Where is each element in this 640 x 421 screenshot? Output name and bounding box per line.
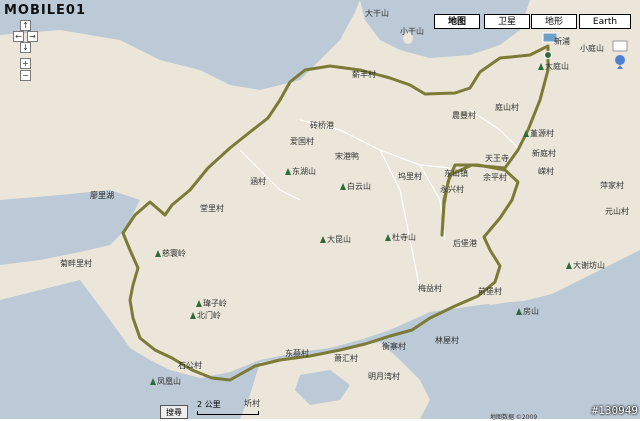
zoom-in-button[interactable]: + bbox=[20, 58, 31, 69]
map-scale: 2 公里 bbox=[197, 399, 277, 419]
map-type-terrain-button[interactable]: 地形 bbox=[531, 14, 577, 29]
label-dongtingzhen: 东山镇 bbox=[444, 169, 468, 178]
label-text: 瑋子岭 bbox=[203, 299, 227, 308]
pan-left-button[interactable]: ← bbox=[13, 31, 24, 42]
label-text: 房山 bbox=[523, 307, 539, 316]
label-text: 堇源村 bbox=[530, 129, 554, 138]
peak-icon bbox=[196, 300, 202, 307]
peak-icon bbox=[155, 250, 161, 257]
map-type-satellite-button[interactable]: 卫星 bbox=[484, 14, 530, 29]
label-dachong-shan: 大昆山 bbox=[320, 236, 351, 244]
label-zhaoli-cun: 坞里村 bbox=[398, 172, 422, 181]
label-jiangli-cun: 堂里村 bbox=[200, 204, 224, 213]
label-dongcai-cun: 东蔡村 bbox=[285, 349, 309, 358]
scale-label: 2 公里 bbox=[197, 400, 221, 409]
scale-bar bbox=[197, 411, 259, 415]
label-hanjia-cun: 涵村 bbox=[250, 177, 266, 186]
label-zhuanqiao-gang: 砖桥港 bbox=[310, 121, 334, 130]
label-text: 凤凰山 bbox=[157, 377, 181, 386]
label-text: 白云山 bbox=[347, 182, 371, 191]
label-xianxian-cun: 元山村 bbox=[605, 207, 629, 216]
map-attribution: 地图数据 ©2009 bbox=[490, 414, 538, 421]
label-xiangxu-ling: 慈寰岭 bbox=[155, 250, 186, 258]
peak-icon bbox=[523, 130, 529, 137]
pan-down-button[interactable]: ↓ bbox=[20, 42, 31, 53]
label-liaoli: 廖里湖 bbox=[90, 191, 114, 200]
label-meidong-cun: 梅益村 bbox=[418, 284, 442, 293]
label-jieyuan-cun: 堇源村 bbox=[523, 130, 554, 138]
label-dagan-shan: 大干山 bbox=[365, 9, 389, 18]
peak-icon bbox=[190, 312, 196, 319]
label-ting-shan: 庭山村 bbox=[495, 103, 519, 112]
map-type-map-button[interactable]: 地图 bbox=[434, 14, 480, 29]
label-xinting-cun: 新庭村 bbox=[532, 149, 556, 158]
label-hougang: 后堡港 bbox=[453, 239, 477, 248]
label-xinfeng-cun: 薪丰村 bbox=[352, 70, 376, 79]
islet-dagan bbox=[352, 18, 368, 46]
label-text: 杜寺山 bbox=[392, 233, 416, 242]
pan-right-button[interactable]: → bbox=[27, 31, 38, 42]
label-yongxing-cun: 永兴村 bbox=[440, 185, 464, 194]
peak-icon bbox=[538, 63, 544, 70]
search-button[interactable]: 搜尋 bbox=[160, 405, 188, 419]
label-xiaogan-shan: 小干山 bbox=[400, 27, 424, 36]
label-shiyuan-cun: 石公村 bbox=[178, 361, 202, 370]
peak-icon bbox=[385, 234, 391, 241]
label-qianbao-cun: 前堡村 bbox=[478, 287, 502, 296]
map-type-earth-button[interactable]: Earth bbox=[579, 14, 631, 29]
peak-icon bbox=[150, 378, 156, 385]
label-linwu-cun: 林屋村 bbox=[435, 336, 459, 345]
zoom-out-button[interactable]: − bbox=[20, 70, 31, 81]
label-yuxiang-cun: 余平村 bbox=[483, 173, 507, 182]
peak-icon bbox=[340, 183, 346, 190]
label-juxia-cun: 菊畔里村 bbox=[60, 259, 92, 268]
label-xinpu: 新浦 bbox=[554, 37, 570, 46]
label-dashishan: 大谢坊山 bbox=[566, 262, 605, 270]
peak-icon bbox=[320, 236, 326, 243]
label-fangshan: 房山 bbox=[516, 308, 539, 316]
label-text: 大庭山 bbox=[545, 62, 569, 71]
peak-icon bbox=[516, 308, 522, 315]
label-fenghuang-shan: 凤凰山 bbox=[150, 378, 181, 386]
label-text: 东湖山 bbox=[292, 167, 316, 176]
label-pinglu-cun: 萍家村 bbox=[600, 181, 624, 190]
map-canvas[interactable]: 大干山 小干山 小庭山 新浦 大庭山 薪丰村 砖桥港 農豐村 庭山村 堇源村 新… bbox=[0, 0, 640, 419]
site-logo: MOBILE01 bbox=[4, 3, 86, 18]
street-view-pegman-icon[interactable] bbox=[612, 40, 628, 70]
label-dushan-cun: 杜寺山 bbox=[385, 234, 416, 242]
label-tianwang-si: 天王寺 bbox=[485, 154, 509, 163]
label-mingyue-wan: 明月湾村 bbox=[368, 372, 400, 381]
label-dating-shan: 大庭山 bbox=[538, 63, 569, 71]
label-beimen-ling: 北门岭 bbox=[190, 312, 221, 320]
label-zhaozi-ling: 瑋子岭 bbox=[196, 300, 227, 308]
peak-icon bbox=[285, 168, 291, 175]
label-dongting-peak: 东湖山 bbox=[285, 168, 316, 176]
label-text: 大昆山 bbox=[327, 235, 351, 244]
label-xiaoxi-cun: 萧汇村 bbox=[334, 354, 358, 363]
label-heyuan-cun: 衡寨村 bbox=[382, 342, 406, 351]
watermark: #130949 bbox=[591, 404, 638, 417]
label-text: 北门岭 bbox=[197, 311, 221, 320]
label-aiguo-cun: 爱国村 bbox=[290, 137, 314, 146]
label-text: 慈寰岭 bbox=[162, 249, 186, 258]
label-text: 大谢坊山 bbox=[573, 261, 605, 270]
pan-up-button[interactable]: ↑ bbox=[20, 20, 31, 31]
label-xiaoting-shan: 小庭山 bbox=[580, 44, 604, 53]
label-nongfeng-cun: 農豐村 bbox=[452, 111, 476, 120]
label-rongxi-cun: 嵘村 bbox=[538, 167, 554, 176]
label-baiyun-shan: 白云山 bbox=[340, 183, 371, 191]
peak-icon bbox=[566, 262, 572, 269]
label-songjiashan: 宋港鸭 bbox=[335, 152, 359, 161]
